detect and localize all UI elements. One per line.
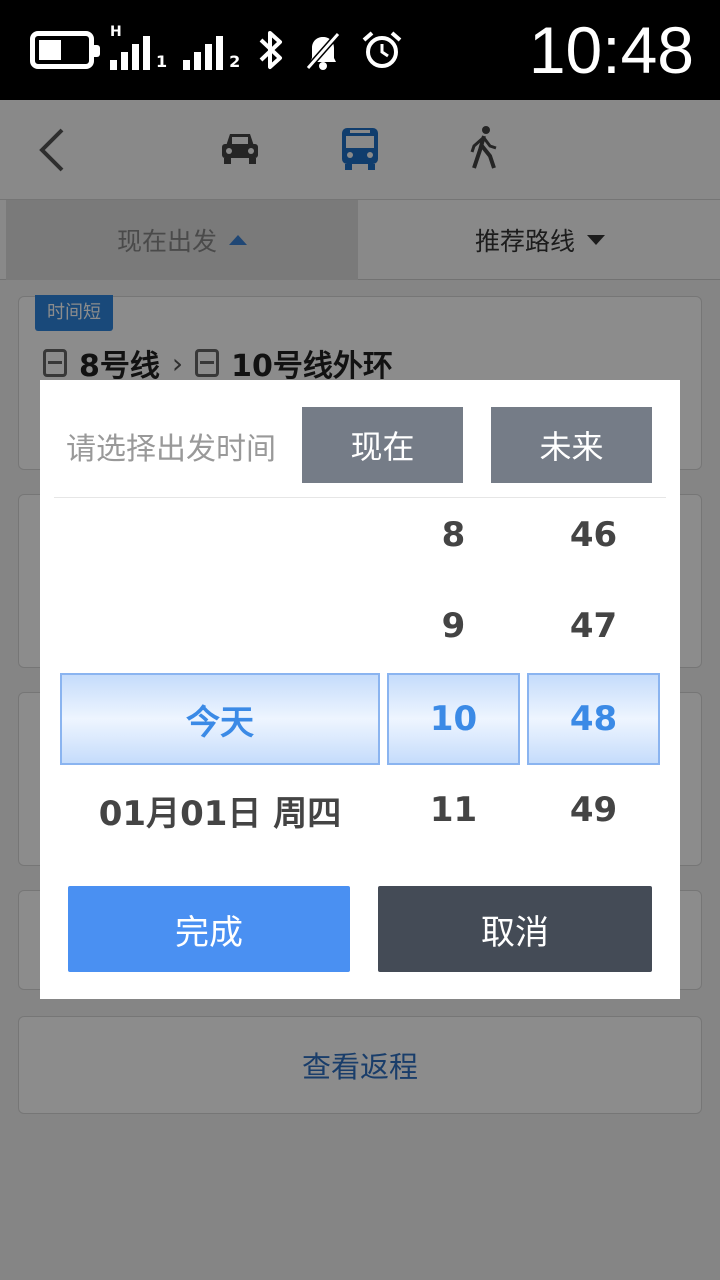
sim2-label: 2 [229, 52, 241, 71]
signal-sim1-icon: H 1 [110, 24, 168, 71]
date-option-selected[interactable]: 今天 [60, 689, 380, 749]
future-button[interactable]: 未来 [491, 407, 652, 483]
cancel-button[interactable]: 取消 [378, 886, 652, 972]
status-clock: 10:48 [528, 13, 694, 87]
minute-option[interactable]: 49 [527, 780, 660, 840]
status-bar: H 1 2 10:48 [0, 0, 720, 100]
minute-option[interactable]: 47 [527, 596, 660, 656]
dialog-title: 请选择出发时间 [66, 432, 276, 467]
hour-option[interactable]: 8 [387, 505, 520, 565]
done-button[interactable]: 完成 [68, 886, 350, 972]
date-option[interactable] [60, 596, 380, 656]
status-icons: H 1 2 [30, 22, 404, 78]
hour-option[interactable]: 9 [387, 596, 520, 656]
alarm-icon [362, 31, 402, 68]
sim1-label: 1 [156, 52, 168, 71]
network-type-label: H [110, 24, 122, 40]
minute-option-selected[interactable]: 48 [527, 689, 660, 749]
hour-option-selected[interactable]: 10 [387, 689, 520, 749]
minute-option[interactable]: 46 [527, 505, 660, 565]
divider [54, 497, 666, 498]
hour-option[interactable]: 11 [387, 780, 520, 840]
date-option[interactable] [60, 505, 380, 565]
departure-time-dialog: 请选择出发时间 现在 未来 今天 01月01日 周四 8 9 10 11 46 … [40, 380, 680, 999]
battery-icon [30, 31, 100, 69]
date-option[interactable]: 01月01日 周四 [60, 780, 380, 840]
signal-sim2-icon: 2 [183, 30, 240, 70]
now-button[interactable]: 现在 [302, 407, 463, 483]
mute-icon [306, 32, 341, 70]
bluetooth-icon [259, 31, 283, 69]
